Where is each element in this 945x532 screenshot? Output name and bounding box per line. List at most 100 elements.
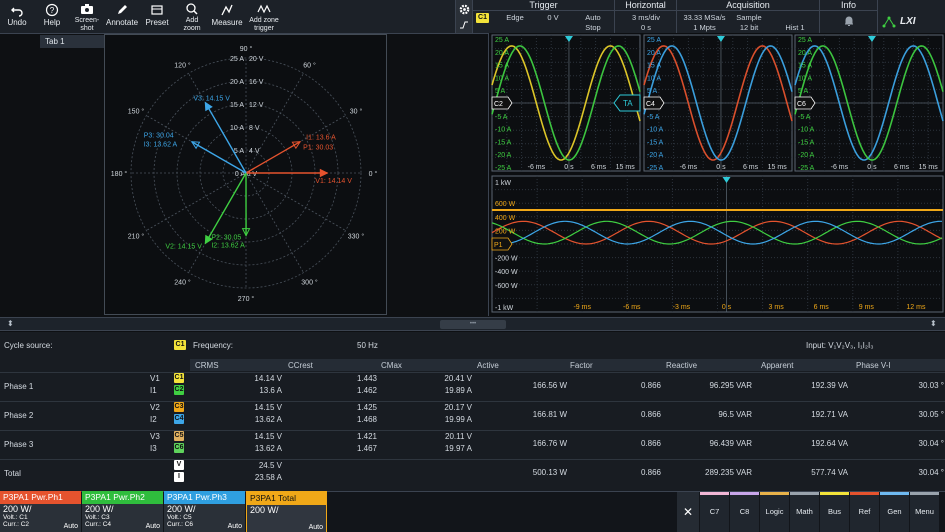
menu-button-ref[interactable]: Ref <box>850 492 879 532</box>
acquisition-section[interactable]: Acquisition 33.33 MSa/s 1 Mpts Sample 12… <box>676 0 819 33</box>
v-max: 20.41 V <box>444 374 472 383</box>
preset-button[interactable]: Preset <box>140 0 174 33</box>
horizontal-section[interactable]: Horizontal 3 ms/div 0 s <box>614 0 676 33</box>
waveform-display[interactable]: 25 A20 A15 A10 A5 A0 A-5 A-10 A-15 A-20 … <box>488 33 945 316</box>
menu-button-math[interactable]: Math <box>790 492 819 532</box>
phasor-label-i2: I2: 13.62 A <box>211 242 245 249</box>
column-header[interactable]: Phase V-I <box>856 361 891 370</box>
i-max: 19.97 A <box>444 444 472 453</box>
row-divider <box>0 430 945 431</box>
y-axis-label: -10 A <box>495 127 512 134</box>
column-header[interactable]: CMax <box>381 361 402 370</box>
channel-chip[interactable]: V <box>174 460 184 470</box>
i-rms: 13.6 A <box>259 386 282 395</box>
signal-tab[interactable]: P3PA1 Total 200 W/Auto <box>246 491 327 532</box>
column-header[interactable]: CRMS <box>195 361 219 370</box>
phasor-label-v3: V3: 14.15 V <box>193 96 230 103</box>
row-divider <box>0 372 945 373</box>
small-waveform-panel[interactable]: 25 A20 A15 A10 A5 A0 A-5 A-10 A-15 A-20 … <box>643 34 793 172</box>
phase-angle: 30.05 ° <box>918 410 944 419</box>
acquisition-mode: Sample <box>736 13 762 22</box>
menu-button-c8[interactable]: C8 <box>730 492 759 532</box>
column-header[interactable]: Reactive <box>666 361 697 370</box>
polar-angle-label: 270 ° <box>238 295 255 303</box>
channel-chip[interactable]: C2 <box>174 385 184 395</box>
column-header[interactable]: Active <box>477 361 499 370</box>
y-axis-label: -5 A <box>495 114 508 121</box>
power-waveform-panel[interactable]: 1 kW600 W400 W200 W0 W-200 W-400 W-600 W… <box>491 175 944 313</box>
trigger-section[interactable]: Trigger C1 Edge 0 V Auto Stop <box>472 0 614 33</box>
signal-tab[interactable]: P3PA1 Pwr.Ph3 200 W/Volt.: C5 Curr.: C6 Aut… <box>164 491 245 532</box>
channel-chip[interactable]: I <box>174 472 184 482</box>
frequency-value: 50 Hz <box>357 341 378 350</box>
menu-button-menu[interactable]: Menu <box>910 492 939 532</box>
x-axis-label: 9 ms <box>859 304 875 311</box>
channel-chip[interactable]: C3 <box>174 402 184 412</box>
power-factor: 0.866 <box>640 410 661 419</box>
column-header[interactable]: Apparent <box>761 361 793 370</box>
channel-chip[interactable]: C6 <box>174 443 184 453</box>
add-zoom-button[interactable]: Add zoom <box>175 0 209 33</box>
channel-chip[interactable]: C1 <box>174 373 184 383</box>
bell-icon <box>845 16 853 26</box>
signal-tab-voltage-source: Volt.: C1 <box>3 514 28 521</box>
phasor-label-p3: P3: 30.04 <box>144 133 174 140</box>
screenshot-button[interactable]: Screen- shot <box>70 0 104 33</box>
active-power: 166.76 W <box>532 439 567 448</box>
current-channel: I1 <box>150 386 157 395</box>
menu-button-logic[interactable]: Logic <box>760 492 789 532</box>
polar-angle-label: 150 ° <box>128 108 145 116</box>
cycle-source-chip[interactable]: C1 <box>174 340 186 350</box>
menu-button-bus[interactable]: Bus <box>820 492 849 532</box>
polar-spoke <box>245 172 304 273</box>
y-axis-label: 25 A <box>495 37 509 44</box>
trigger-mode: Auto <box>585 13 601 22</box>
signal-tab[interactable]: P3PA1 Pwr.Ph1 200 W/Volt.: C1 Curr.: C2 Aut… <box>0 491 81 532</box>
polar-angle-label: 300 ° <box>301 278 318 286</box>
polar-panel[interactable]: 0 ° 30 ° 60 ° 90 ° 120 ° 150 ° 180 ° 210 ° 240 °… <box>104 34 387 315</box>
y-axis-label: -25 A <box>647 165 664 172</box>
trigger-level-marker[interactable]: TA <box>613 94 641 112</box>
measure-button[interactable]: Measure <box>210 0 244 33</box>
resize-handle-right-icon[interactable]: ⬍ <box>930 319 937 328</box>
phasor-diagram: 0 ° 30 ° 60 ° 90 ° 120 ° 150 ° 180 ° 210 ° 240 °… <box>111 45 378 303</box>
undo-button[interactable]: Undo <box>0 0 34 33</box>
menu-button-gen[interactable]: Gen <box>880 492 909 532</box>
splitter-bar[interactable]: ⬍ ••• ⬍ <box>0 317 945 331</box>
preset-icon <box>151 5 163 15</box>
y-axis-label: 25 A <box>647 37 661 44</box>
channel-offset-marker[interactable]: C2 <box>491 96 513 110</box>
ring-label-v: 4 V <box>249 148 260 155</box>
annotate-label: Annotate <box>105 18 139 27</box>
info-section[interactable]: Info LXI <box>819 0 945 33</box>
splitter-grip[interactable]: ••• <box>440 320 506 329</box>
x-axis-label: 15 ms <box>616 164 636 171</box>
annotate-button[interactable]: Annotate <box>105 0 139 33</box>
small-waveform-panel[interactable]: 25 A20 A15 A10 A5 A0 A-5 A-10 A-15 A-20 … <box>794 34 944 172</box>
phase-name: Phase 2 <box>4 411 34 420</box>
channel-offset-marker[interactable]: C6 <box>794 96 816 110</box>
add-zone-trigger-button[interactable]: Add zone trigger <box>245 0 283 33</box>
settings-button[interactable] <box>455 0 472 33</box>
signal-tab[interactable]: P3PA1 Pwr.Ph2 200 W/Volt.: C3 Curr.: C4 Aut… <box>82 491 163 532</box>
signal-tab-title: P3PA1 Total <box>247 492 326 505</box>
menu-button-c7[interactable]: C7 <box>700 492 729 532</box>
close-panel-button[interactable]: ✕ <box>677 492 699 532</box>
column-header[interactable]: Factor <box>570 361 593 370</box>
help-button[interactable]: ? Help <box>35 0 69 33</box>
p1-offset-marker[interactable]: P1 <box>491 237 513 251</box>
i-max: 19.99 A <box>444 415 472 424</box>
channel-chip[interactable]: C4 <box>174 414 184 424</box>
ring-label-a: 15 A <box>230 102 244 109</box>
trigger-title: Trigger <box>473 0 614 11</box>
resize-handle-left-icon[interactable]: ⬍ <box>7 319 14 328</box>
total-power-factor: 0.866 <box>640 468 661 477</box>
column-header[interactable]: CCrest <box>288 361 313 370</box>
y-axis-label: 10 A <box>647 75 661 82</box>
trigger-slope-icon <box>460 21 468 29</box>
y-axis-label: -200 W <box>495 256 518 263</box>
channel-chip[interactable]: C5 <box>174 431 184 441</box>
channel-offset-marker[interactable]: C4 <box>643 96 665 110</box>
apparent-power: 192.64 VA <box>811 439 848 448</box>
voltage-channel: V1 <box>150 374 160 383</box>
